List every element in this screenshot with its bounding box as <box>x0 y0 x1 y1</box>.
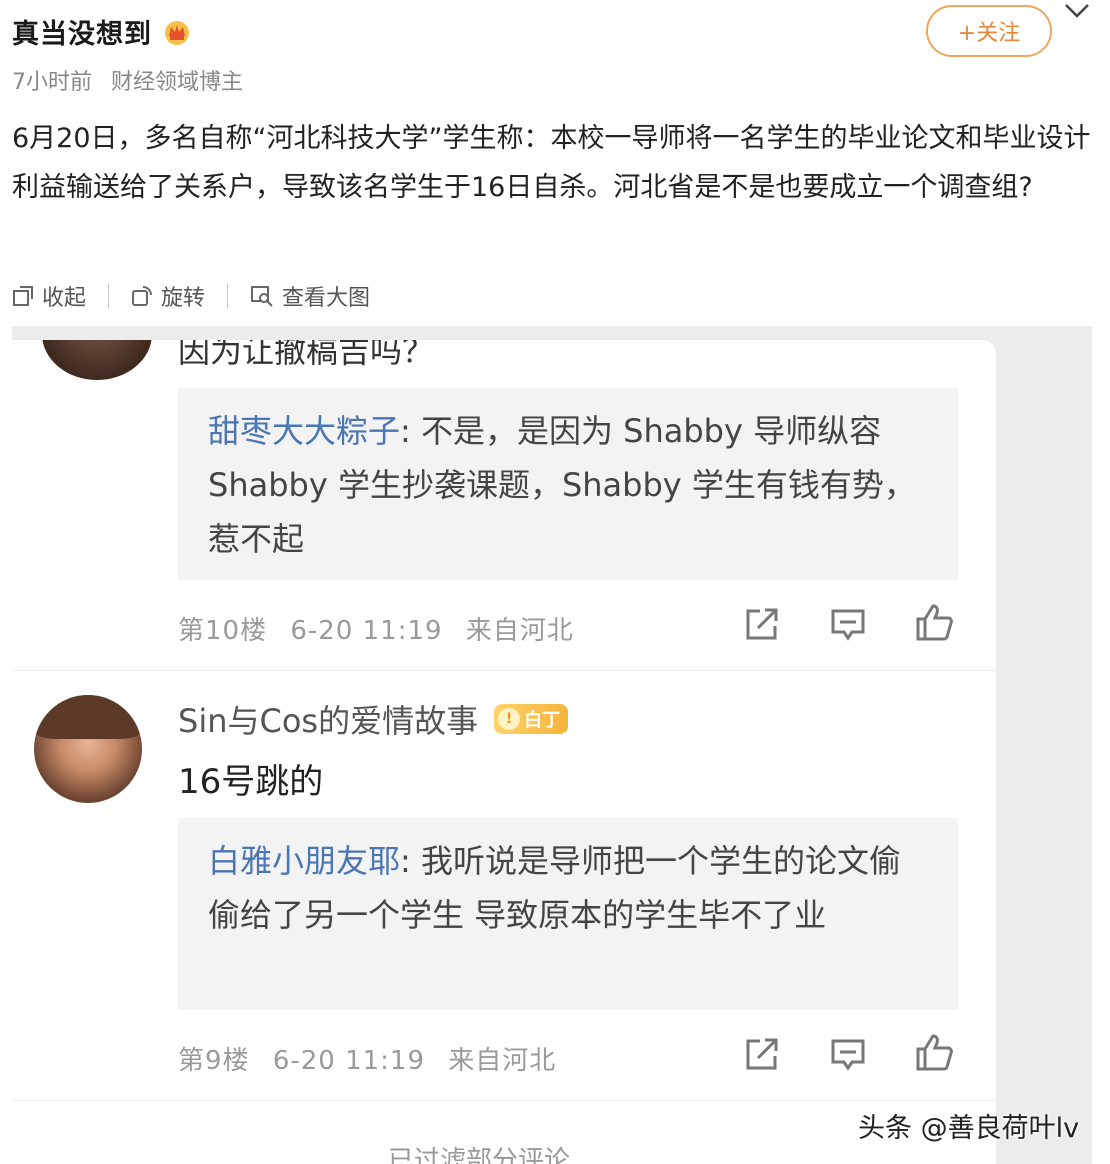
comment-text: 因为让撤稿吉吗？ <box>178 340 435 370</box>
floor-number: 第10楼 <box>178 616 268 646</box>
action-divider <box>227 284 229 308</box>
share-icon[interactable] <box>744 606 780 642</box>
like-icon[interactable] <box>914 1032 954 1072</box>
image-actions: 收起 旋转 查看大图 <box>12 280 370 312</box>
quoted-username[interactable]: 白雅小朋友耶 <box>208 842 400 880</box>
collapse-label: 收起 <box>42 286 87 311</box>
embedded-comment-screenshot[interactable]: 因为让撤稿吉吗？ 甜枣大大粽子: 不是，是因为 Shabby 导师纵容 Shab… <box>12 340 996 1164</box>
view-large-label: 查看大图 <box>282 286 371 311</box>
quoted-reply: 白雅小朋友耶: 我听说是导师把一个学生的论文偷偷给了另一个学生 导致原本的学生毕… <box>178 818 958 1010</box>
comment-meta: 第10楼 6-20 11:19 来自河北 <box>178 610 574 647</box>
rotate-label: 旋转 <box>161 286 206 311</box>
comment-date: 6-20 11:19 <box>272 1046 426 1076</box>
rotate-icon <box>132 286 153 306</box>
collapse-icon <box>13 286 33 306</box>
comment-username[interactable]: Sin与Cos的爱情故事 <box>178 696 478 742</box>
crown-badge-icon <box>165 20 189 45</box>
comment-icon[interactable] <box>830 608 866 642</box>
comment-text: 16号跳的 <box>178 762 324 802</box>
quoted-reply: 甜枣大大粽子: 不是，是因为 Shabby 导师纵容 Shabby 学生抄袭课题… <box>178 388 958 580</box>
like-icon[interactable] <box>914 602 954 642</box>
chevron-down-icon[interactable] <box>1064 2 1090 20</box>
action-divider <box>108 284 110 308</box>
comment-date: 6-20 11:19 <box>290 616 443 646</box>
view-large-button[interactable]: 查看大图 <box>250 280 370 312</box>
collapse-button[interactable]: 收起 <box>12 280 86 312</box>
author-name[interactable]: 真当没想到 <box>12 12 152 51</box>
share-icon[interactable] <box>744 1036 780 1072</box>
follow-button[interactable]: +关注 <box>926 5 1052 57</box>
comment-location: 来自河北 <box>448 1046 557 1076</box>
badge-label: 白丁 <box>524 710 561 731</box>
quote-colon: : <box>400 842 421 880</box>
post-meta: 7小时前 财经领域博主 <box>12 64 243 96</box>
avatar[interactable] <box>34 695 142 803</box>
post-body: 6月20日，多名自称“河北科技大学”学生称：本校一导师将一名学生的毕业论文和毕业… <box>12 123 1091 203</box>
comment-icon[interactable] <box>830 1038 866 1072</box>
level-badge: ! 白丁 <box>494 704 569 734</box>
avatar <box>42 340 152 380</box>
quoted-username[interactable]: 甜枣大大粽子 <box>208 412 400 450</box>
comment-username-row: Sin与Cos的爱情故事 ! 白丁 <box>178 696 569 742</box>
view-large-icon <box>251 286 273 307</box>
comment-location: 来自河北 <box>465 616 574 646</box>
badge-icon: ! <box>498 708 521 730</box>
comment-divider <box>12 1100 996 1101</box>
comment-divider <box>12 670 996 671</box>
author-row: 真当没想到 <box>12 12 192 51</box>
filtered-comments-notice[interactable]: 已过滤部分评论 <box>388 1140 570 1164</box>
quote-colon: : <box>400 412 421 450</box>
author-role: 财经领域博主 <box>111 70 244 95</box>
floor-number: 第9楼 <box>178 1046 250 1076</box>
rotate-button[interactable]: 旋转 <box>131 280 205 312</box>
post-time: 7小时前 <box>12 70 92 95</box>
watermark: 头条 @善良荷叶lv <box>858 1113 1080 1144</box>
comment-meta: 第9楼 6-20 11:19 来自河北 <box>178 1040 556 1077</box>
